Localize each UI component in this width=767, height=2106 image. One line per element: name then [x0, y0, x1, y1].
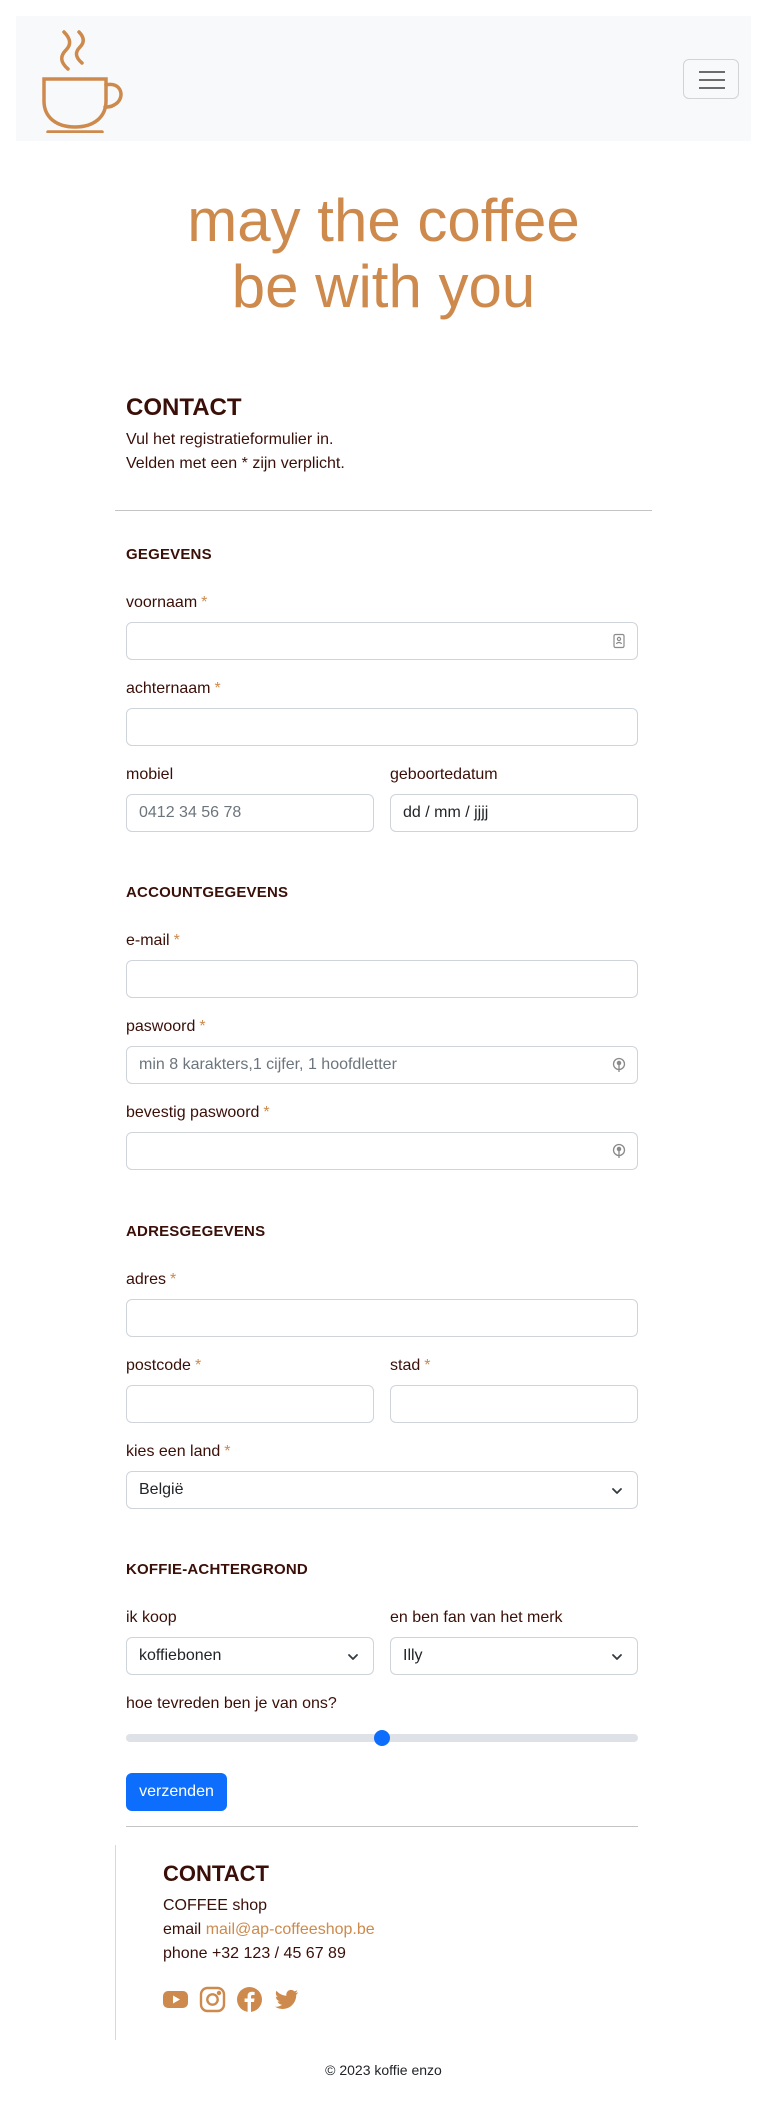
instagram-icon[interactable]: [199, 1986, 226, 2013]
geboortedatum-label: geboortedatum: [390, 766, 498, 783]
email-label: e-mail *: [126, 932, 180, 950]
tevreden-label: hoe tevreden ben je van ons?: [126, 1695, 337, 1712]
achternaam-label: achternaam *: [126, 680, 221, 698]
hero-line-2: be with you: [231, 253, 536, 320]
land-select[interactable]: België: [126, 1471, 638, 1509]
koop-selected-value: koffiebonen: [139, 1647, 222, 1664]
land-label-text: kies een land: [126, 1443, 221, 1460]
footer-divider: [115, 1845, 116, 2040]
required-mark: *: [263, 1104, 270, 1121]
required-mark: *: [173, 932, 180, 949]
coffee-cup-icon[interactable]: [38, 29, 128, 133]
verzenden-button[interactable]: verzenden: [126, 1773, 227, 1811]
footer-email-prefix: email: [163, 1921, 202, 1938]
chevron-down-icon: [612, 1488, 622, 1494]
footer-shop-name: COFFEE shop: [163, 1897, 268, 1914]
bevestig-paswoord-label: bevestig paswoord *: [126, 1104, 270, 1122]
postcode-input[interactable]: [126, 1385, 374, 1423]
section-title-koffie: KOFFIE-ACHTERGROND: [126, 1561, 308, 1578]
intro-text-1: Vul het registratieformulier in.: [126, 431, 334, 448]
mobiel-label: mobiel: [126, 766, 174, 783]
navbar: [16, 16, 751, 141]
section-title-gegevens: GEGEVENS: [126, 546, 212, 563]
postcode-label-text: postcode: [126, 1357, 191, 1374]
youtube-icon[interactable]: [162, 1986, 189, 2013]
footer-contact-title: CONTACT: [163, 1861, 269, 1886]
intro-text-2: Velden met een * zijn verplicht.: [126, 455, 345, 472]
chevron-down-icon: [348, 1654, 358, 1660]
chevron-down-icon: [612, 1654, 622, 1660]
hamburger-menu-icon: [699, 71, 725, 73]
contact-card-icon: [613, 633, 625, 649]
required-mark: *: [214, 680, 221, 697]
facebook-icon[interactable]: [236, 1986, 263, 2013]
merk-selected-value: Illy: [403, 1647, 423, 1664]
adres-label: adres *: [126, 1271, 176, 1289]
paswoord-input[interactable]: min 8 karakters,1 cijfer, 1 hoofdletter: [126, 1046, 638, 1084]
koop-select[interactable]: koffiebonen: [126, 1637, 374, 1675]
password-key-icon: [612, 1143, 626, 1158]
adres-input[interactable]: [126, 1299, 638, 1337]
bevestig-label-text: bevestig paswoord: [126, 1104, 260, 1121]
adres-label-text: adres: [126, 1271, 167, 1288]
voornaam-label: voornaam *: [126, 594, 207, 612]
merk-select[interactable]: Illy: [390, 1637, 638, 1675]
menu-toggle-button[interactable]: [683, 59, 739, 99]
section-title-account: ACCOUNTGEGEVENS: [126, 884, 289, 901]
footer-phone: phone +32 123 / 45 67 89: [163, 1945, 346, 1962]
section-title-adres: ADRESGEGEVENS: [126, 1223, 266, 1240]
paswoord-label-text: paswoord: [126, 1018, 196, 1035]
footer-email-line: email mail@ap-coffeeshop.be: [163, 1921, 375, 1939]
contact-title: CONTACT: [126, 394, 242, 421]
paswoord-placeholder: min 8 karakters,1 cijfer, 1 hoofdletter: [139, 1056, 397, 1073]
land-label: kies een land *: [126, 1443, 231, 1461]
stad-label-text: stad: [390, 1357, 421, 1374]
geboortedatum-input[interactable]: dd / mm / jjjj: [390, 794, 638, 832]
merk-label: en ben fan van het merk: [390, 1609, 563, 1626]
required-mark: *: [224, 1443, 231, 1460]
stad-input[interactable]: [390, 1385, 638, 1423]
hero-line-1: may the coffee: [187, 187, 580, 254]
achternaam-label-text: achternaam: [126, 680, 211, 697]
hamburger-menu-icon: [699, 79, 725, 81]
slider-thumb[interactable]: [374, 1730, 390, 1746]
required-mark: *: [201, 594, 208, 611]
voornaam-input[interactable]: [126, 622, 638, 660]
divider: [126, 1826, 638, 1827]
tevreden-slider[interactable]: [126, 1730, 638, 1746]
bevestig-paswoord-input[interactable]: [126, 1132, 638, 1170]
land-selected-value: België: [139, 1481, 184, 1498]
hamburger-menu-icon: [699, 87, 725, 89]
divider: [115, 510, 652, 511]
password-key-icon: [612, 1057, 626, 1072]
postcode-label: postcode *: [126, 1357, 201, 1375]
email-label-text: e-mail: [126, 932, 170, 949]
footer-email-link[interactable]: mail@ap-coffeeshop.be: [206, 1921, 375, 1938]
stad-label: stad *: [390, 1357, 430, 1375]
koop-label: ik koop: [126, 1609, 177, 1626]
required-mark: *: [199, 1018, 206, 1035]
paswoord-label: paswoord *: [126, 1018, 206, 1036]
email-input[interactable]: [126, 960, 638, 998]
hero-heading: may the coffee be with you: [0, 188, 767, 320]
required-mark: *: [194, 1357, 202, 1374]
twitter-icon[interactable]: [273, 1986, 300, 2013]
required-mark: *: [170, 1271, 177, 1288]
required-mark: *: [424, 1357, 431, 1374]
mobiel-input[interactable]: 0412 34 56 78: [126, 794, 374, 832]
voornaam-label-text: voornaam: [126, 594, 198, 611]
achternaam-input[interactable]: [126, 708, 638, 746]
copyright: © 2023 koffie enzo: [325, 2062, 442, 2078]
